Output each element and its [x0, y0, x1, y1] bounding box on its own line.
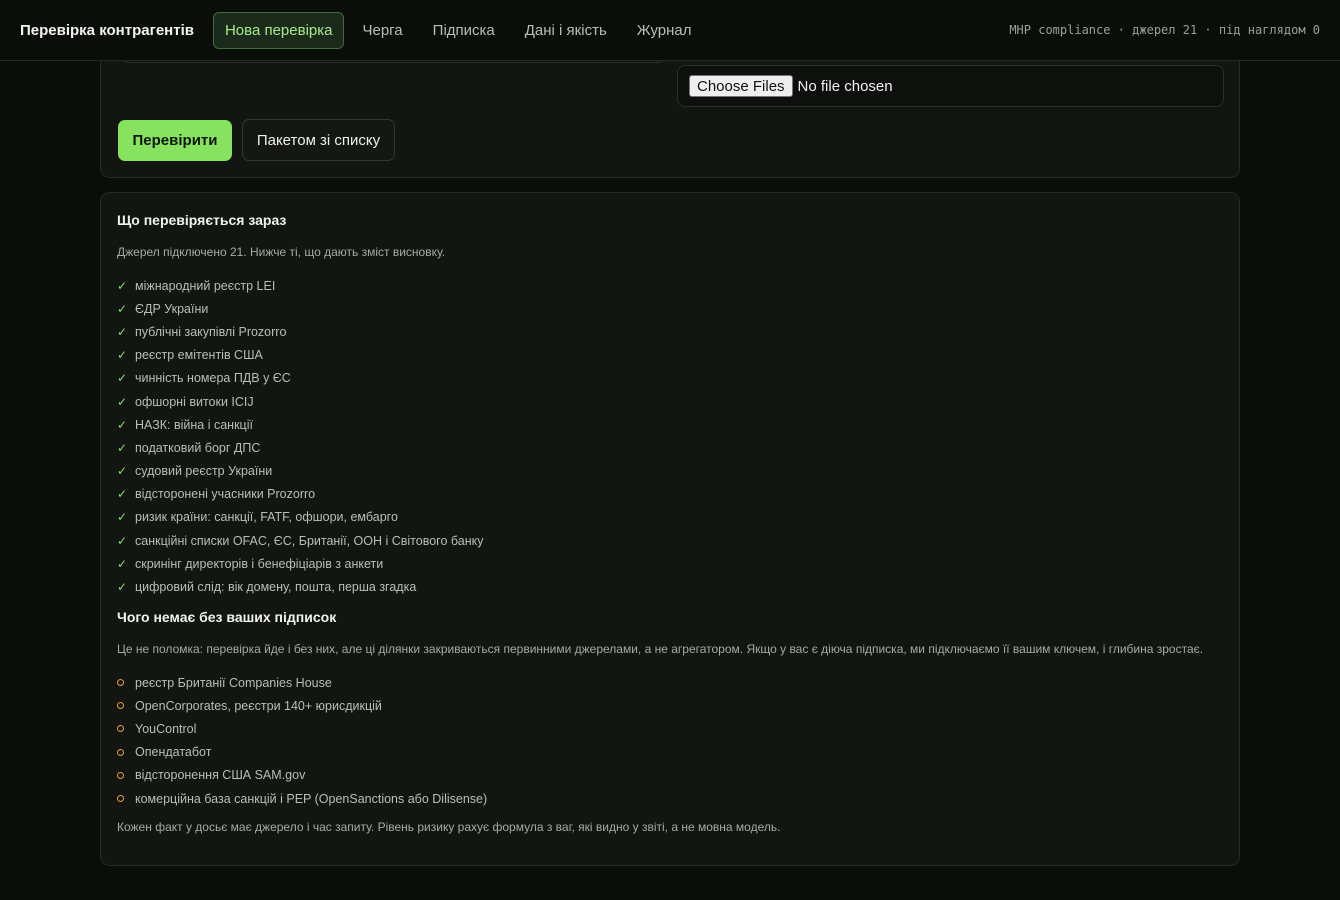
- circle-icon: [117, 748, 135, 756]
- check-icon: ✓: [117, 278, 128, 293]
- check-icon: ✓: [117, 464, 128, 479]
- check-icon: ✓: [117, 556, 128, 571]
- tab-journal[interactable]: Журнал: [625, 12, 704, 49]
- check-button[interactable]: Перевірити: [118, 120, 232, 161]
- list-item: ✓ скринінг директорів і бенефіціарів з ан…: [117, 556, 384, 571]
- file-status: No file chosen: [797, 77, 893, 95]
- check-icon: ✓: [117, 394, 128, 409]
- list-item: комерційна база санкцій і PEP (OpenSanct…: [117, 787, 487, 810]
- circle-icon: [117, 702, 135, 710]
- main-nav: Нова перевірка Черга Підписка Дані і які…: [212, 11, 710, 49]
- tab-data-quality[interactable]: Дані і якість: [513, 12, 619, 49]
- file-upload-field[interactable]: Choose Files No file chosen: [677, 65, 1224, 107]
- check-icon: ✓: [117, 580, 128, 595]
- check-icon: ✓: [117, 324, 128, 339]
- check-icon: ✓: [117, 510, 128, 525]
- section-title-missing: Чого немає без ваших підписок: [117, 609, 337, 625]
- check-icon: ✓: [117, 440, 128, 455]
- connected-sources-list: ✓ міжнародний реєстр LEI ✓ ЄДР України ✓ пу…: [117, 274, 483, 599]
- list-item: ✓ судовий реєстр України: [117, 464, 273, 479]
- sources-card: Що перевіряється зараз Джерел підключено…: [100, 192, 1240, 866]
- batch-button[interactable]: Пакетом зі списку: [242, 119, 395, 161]
- list-item: OpenCorporates, реєстри 140+ юрисдикцій: [117, 694, 487, 717]
- section-title-connected: Що перевіряється зараз: [117, 212, 287, 228]
- circle-icon: [117, 795, 135, 803]
- status-meta: MHP compliance · джерел 21 · під наглядо…: [1009, 23, 1320, 37]
- list-item: ✓ офшорні витоки ICIJ: [117, 394, 254, 409]
- list-item: ✓ цифровий слід: вік домену, пошта, перша…: [117, 580, 417, 595]
- circle-icon: [117, 725, 135, 733]
- list-item: ✓ публічні закупівлі Prozorro: [117, 324, 287, 339]
- check-icon: ✓: [117, 348, 128, 363]
- list-item: ✓ чинність номера ПДВ у ЄС: [117, 371, 291, 386]
- list-item: Опендатабот: [117, 741, 487, 764]
- tab-subscription[interactable]: Підписка: [421, 12, 507, 49]
- footer-note: Кожен факт у досьє має джерело і час зап…: [117, 820, 781, 834]
- list-item: ✓ ЄДР України: [117, 301, 209, 316]
- choose-files-button[interactable]: Choose Files: [689, 75, 793, 97]
- list-item: ✓ реєстр емітентів США: [117, 348, 263, 363]
- list-item: відсторонення США SAM.gov: [117, 764, 487, 787]
- missing-sources-list: реєстр Британії Companies House OpenCorp…: [117, 671, 487, 810]
- check-icon: ✓: [117, 487, 128, 502]
- list-item: ✓ НАЗК: війна і санкції: [117, 417, 253, 432]
- list-item: ✓ відсторонені учасники Prozorro: [117, 487, 316, 502]
- missing-intro: Це не поломка: перевірка йде і без них, …: [117, 642, 1204, 656]
- list-item: YouControl: [117, 717, 487, 740]
- tab-queue[interactable]: Черга: [350, 12, 414, 49]
- list-item: ✓ ризик країни: санкції, FATF, офшори, ем…: [117, 510, 398, 525]
- list-item: ✓ міжнародний реєстр LEI: [117, 278, 276, 293]
- list-item: реєстр Британії Companies House: [117, 671, 487, 694]
- list-item: ✓ податковий борг ДПС: [117, 440, 261, 455]
- top-bar: Перевірка контрагентів Нова перевірка Че…: [0, 0, 1340, 61]
- check-icon: ✓: [117, 417, 128, 432]
- app-title: Перевірка контрагентів: [20, 21, 194, 39]
- circle-icon: [117, 771, 135, 779]
- connected-intro: Джерел підключено 21. Нижче ті, що дають…: [117, 245, 446, 259]
- check-icon: ✓: [117, 301, 128, 316]
- check-icon: ✓: [117, 533, 128, 548]
- list-item: ✓ санкційні списки OFAC, ЄС, Британії, ОО…: [117, 533, 484, 548]
- circle-icon: [117, 679, 135, 687]
- tab-new-check[interactable]: Нова перевірка: [212, 11, 345, 49]
- check-icon: ✓: [117, 371, 128, 386]
